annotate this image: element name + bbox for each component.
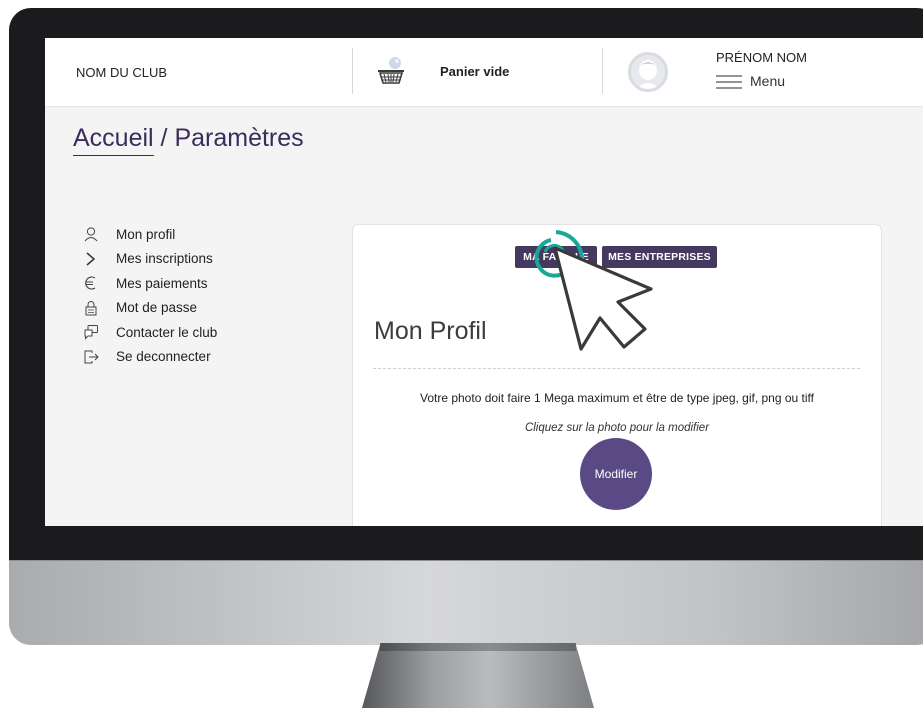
photo-edit-button[interactable]: Modifier bbox=[580, 438, 652, 510]
monitor-chin bbox=[9, 560, 923, 645]
sidebar-item-profile[interactable]: Mon profil bbox=[83, 222, 217, 247]
sidebar-item-label: Mes inscriptions bbox=[116, 251, 213, 267]
breadcrumb: Accueil / Paramètres bbox=[73, 124, 304, 156]
divider bbox=[373, 368, 860, 369]
top-header: NOM DU CLUB Panier vide PRÉNOM NOM Menu bbox=[45, 38, 923, 107]
arrow-cursor-icon bbox=[553, 246, 653, 351]
sidebar-item-contact[interactable]: Contacter le club bbox=[83, 320, 217, 345]
hamburger-icon[interactable] bbox=[716, 75, 742, 89]
logout-icon bbox=[84, 350, 99, 364]
chevron-right-icon bbox=[86, 252, 96, 266]
sidebar-item-label: Mot de passe bbox=[116, 300, 198, 316]
club-name[interactable]: NOM DU CLUB bbox=[76, 65, 167, 80]
sidebar-item-inscriptions[interactable]: Mes inscriptions bbox=[83, 247, 217, 272]
photo-requirements-text: Votre photo doit faire 1 Mega maximum et… bbox=[419, 391, 814, 405]
breadcrumb-separator: / bbox=[153, 124, 175, 152]
lock-icon bbox=[85, 300, 97, 316]
euro-icon bbox=[85, 276, 96, 290]
sidebar-menu: Mon profil Mes inscriptions Mes paiement… bbox=[83, 222, 217, 369]
page-title: Mon Profil bbox=[374, 317, 487, 345]
avatar[interactable] bbox=[628, 52, 668, 92]
click-cursor-overlay bbox=[534, 230, 653, 351]
menu-label[interactable]: Menu bbox=[750, 73, 785, 89]
sidebar-item-label: Se deconnecter bbox=[116, 349, 211, 365]
breadcrumb-current: Paramètres bbox=[174, 124, 304, 152]
cart-label[interactable]: Panier vide bbox=[440, 64, 509, 79]
sidebar-item-label: Contacter le club bbox=[116, 324, 218, 340]
user-name[interactable]: PRÉNOM NOM bbox=[716, 50, 807, 65]
sidebar-item-label: Mes paiements bbox=[116, 275, 208, 291]
sidebar-item-payments[interactable]: Mes paiements bbox=[83, 271, 217, 296]
user-silhouette-icon bbox=[636, 60, 660, 89]
sidebar-item-label: Mon profil bbox=[116, 226, 176, 242]
photo-hint-text: Cliquez sur la photo pour la modifier bbox=[524, 422, 710, 434]
header-divider bbox=[602, 48, 603, 94]
header-divider bbox=[352, 48, 353, 94]
sidebar-item-password[interactable]: Mot de passe bbox=[83, 296, 217, 321]
monitor-stand bbox=[362, 643, 594, 708]
basket-icon[interactable] bbox=[374, 54, 410, 90]
chat-icon bbox=[84, 325, 98, 340]
sidebar-item-logout[interactable]: Se deconnecter bbox=[83, 345, 217, 370]
screen: NOM DU CLUB Panier vide PRÉNOM NOM Menu … bbox=[45, 38, 923, 526]
monitor-stand-shadow bbox=[380, 643, 576, 651]
breadcrumb-home-link[interactable]: Accueil bbox=[73, 124, 154, 156]
user-icon bbox=[84, 227, 98, 242]
